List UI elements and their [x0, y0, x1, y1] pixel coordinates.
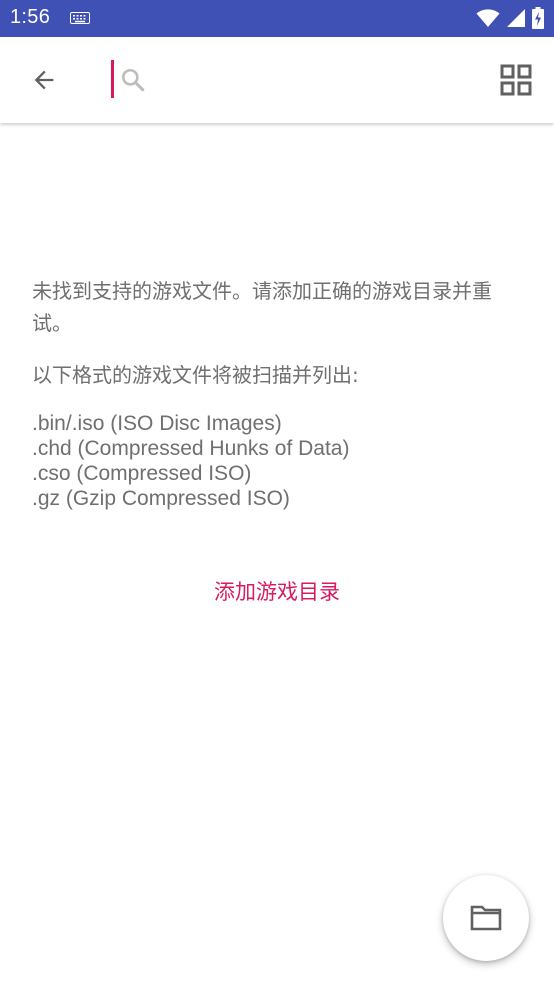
status-bar: 1:56: [0, 0, 554, 37]
grid-view-icon: [500, 64, 532, 96]
signal-icon: [507, 9, 525, 27]
battery-charging-icon: [532, 7, 544, 29]
search-input[interactable]: [108, 57, 468, 101]
empty-state: 未找到支持的游戏文件。请添加正确的游戏目录并重试。 以下格式的游戏文件将被扫描并…: [32, 275, 522, 511]
format-item: .gz (Gzip Compressed ISO): [32, 487, 290, 510]
wifi-icon: [476, 9, 500, 27]
app-screen: 1:56 未找到支持的游戏文件。请添加正确的游戏目录并重试。 以下格式的游戏文件…: [0, 0, 554, 985]
format-item: .cso (Compressed ISO): [32, 462, 252, 485]
format-item: .bin/.iso (ISO Disc Images): [32, 412, 282, 435]
folder-icon: [470, 905, 502, 931]
search-field[interactable]: [108, 57, 468, 101]
add-folder-fab[interactable]: [443, 875, 529, 961]
formats-intro: 以下格式的游戏文件将被扫描并列出:: [32, 363, 359, 387]
grid-view-button[interactable]: [500, 64, 532, 96]
arrow-back-icon: [34, 70, 54, 90]
formats-list: .bin/.iso (ISO Disc Images) .chd (Compre…: [32, 411, 522, 511]
add-game-directory-button[interactable]: 添加游戏目录: [0, 572, 554, 612]
app-bar: [0, 37, 554, 123]
keyboard-icon: [70, 12, 90, 24]
empty-message: 未找到支持的游戏文件。请添加正确的游戏目录并重试。: [32, 279, 492, 335]
back-button[interactable]: [22, 58, 66, 102]
format-item: .chd (Compressed Hunks of Data): [32, 437, 350, 460]
status-time: 1:56: [10, 6, 51, 28]
status-icons: [476, 7, 544, 29]
